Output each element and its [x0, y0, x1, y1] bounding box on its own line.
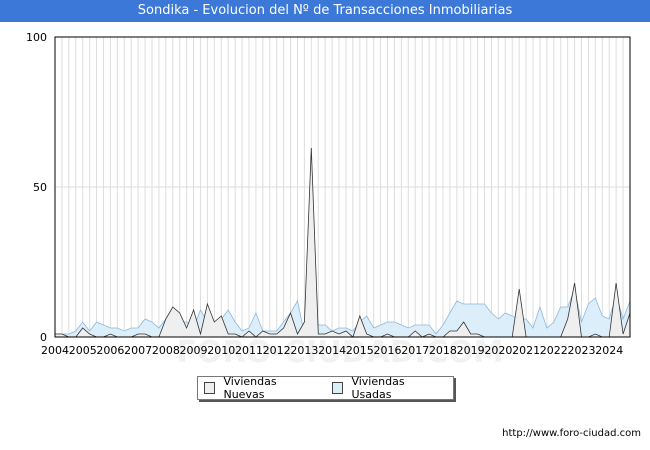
x-tick-label: 2008: [152, 344, 180, 357]
x-tick-label: 2005: [69, 344, 97, 357]
legend-swatch-usadas: [331, 382, 344, 394]
legend: Viviendas Nuevas Viviendas Usadas: [197, 375, 454, 401]
x-tick-label: 2021: [512, 344, 540, 357]
x-tick-label: 2019: [457, 344, 485, 357]
x-tick-label: 2004: [41, 344, 69, 357]
legend-label-usadas: Viviendas Usadas: [351, 375, 405, 401]
y-tick-label: 50: [33, 181, 47, 194]
legend-item-nuevas: Viviendas Nuevas: [204, 375, 316, 401]
x-tick-label: 2006: [96, 344, 124, 357]
legend-item-usadas: Viviendas Usadas: [331, 375, 443, 401]
x-tick-label: 2022: [540, 344, 568, 357]
legend-label-nuevas: Viviendas Nuevas: [223, 375, 277, 401]
source-url: http://www.foro-ciudad.com: [502, 428, 641, 439]
x-tick-label: 2020: [484, 344, 512, 357]
x-tick-label: 2009: [180, 344, 208, 357]
y-tick-label: 100: [26, 31, 47, 44]
x-tick-label: 2017: [401, 344, 429, 357]
x-tick-label: 2013: [290, 344, 318, 357]
series-usadas-area: [55, 271, 630, 337]
series-layer: [55, 147, 631, 338]
y-tick-label: 0: [40, 331, 47, 344]
grid-lines: [55, 37, 630, 337]
x-tick-label: 2014: [318, 344, 346, 357]
x-tick-label: 2015: [346, 344, 374, 357]
x-tick-label: 2023: [568, 344, 596, 357]
x-tick-label: 2011: [235, 344, 263, 357]
series-nuevas-area: [55, 148, 630, 337]
x-tick-label: 2007: [124, 344, 152, 357]
x-tick-label: 2018: [429, 344, 457, 357]
x-tick-label: 2024: [595, 344, 623, 357]
legend-swatch-nuevas: [204, 382, 216, 394]
x-tick-label: 2010: [207, 344, 235, 357]
series-nuevas-line: [55, 147, 631, 338]
x-tick-label: 2016: [374, 344, 402, 357]
axis-ticks: 0501002004 2005 2006 2007 2008 2009 2010 2011 20…: [26, 31, 623, 357]
x-tick-label: 2012: [263, 344, 291, 357]
